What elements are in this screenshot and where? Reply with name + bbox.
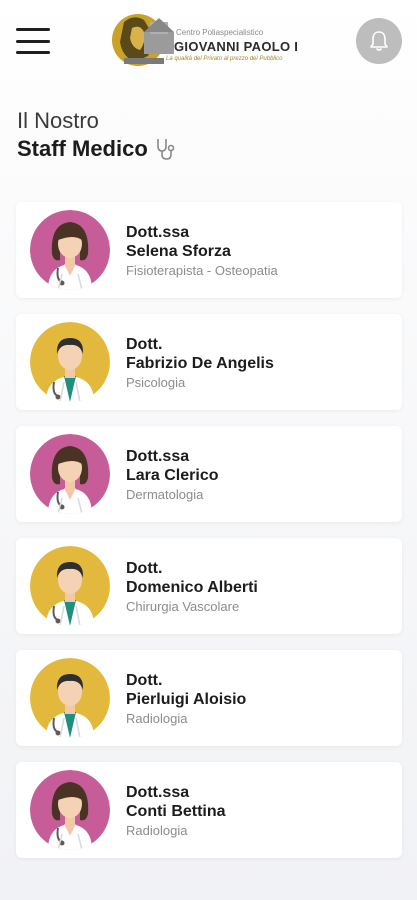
doctor-card[interactable]: Dott. Pierluigi Aloisio Radiologia bbox=[16, 650, 402, 746]
doctor-title: Dott. bbox=[126, 336, 163, 353]
avatar-female bbox=[30, 210, 110, 290]
doctor-name: Domenico Alberti bbox=[126, 579, 258, 596]
doctor-title: Dott.ssa bbox=[126, 784, 190, 801]
notifications-button[interactable] bbox=[356, 18, 402, 64]
avatar-male bbox=[30, 658, 110, 738]
doctor-specialty: Radiologia bbox=[126, 711, 188, 726]
doctor-male-illustration bbox=[30, 546, 110, 626]
doctor-specialty: Chirurgia Vascolare bbox=[126, 599, 240, 614]
avatar-male bbox=[30, 322, 110, 402]
doctor-name: Pierluigi Aloisio bbox=[126, 691, 247, 708]
doctor-name: Selena Sforza bbox=[126, 243, 231, 260]
app-header: Centro Poliaspecialistico GIOVANNI PAOLO… bbox=[0, 0, 417, 84]
doctor-specialty: Radiologia bbox=[126, 823, 188, 838]
doctor-card[interactable]: Dott.ssa Selena Sforza Fisioterapista - … bbox=[16, 202, 402, 298]
doctor-specialty: Dermatologia bbox=[126, 487, 204, 502]
doctor-name: Conti Bettina bbox=[126, 803, 226, 820]
clinic-logo: Centro Poliaspecialistico GIOVANNI PAOLO… bbox=[110, 12, 310, 70]
doctor-male-illustration bbox=[30, 658, 110, 738]
page-title-line2: Staff Medico bbox=[17, 136, 148, 161]
doctor-card[interactable]: Dott. Domenico Alberti Chirurgia Vascola… bbox=[16, 538, 402, 634]
page-title-line1: Il Nostro bbox=[17, 108, 99, 133]
clinic-logo-emblem bbox=[112, 14, 174, 66]
doctor-female-illustration bbox=[30, 434, 110, 514]
doctor-title: Dott.ssa bbox=[126, 448, 190, 465]
stethoscope-icon bbox=[156, 139, 175, 160]
doctor-female-illustration bbox=[30, 770, 110, 850]
hamburger-menu-icon[interactable] bbox=[16, 28, 50, 54]
doctor-specialty: Psicologia bbox=[126, 375, 186, 390]
logo-subtitle: Centro Poliaspecialistico bbox=[176, 28, 264, 37]
bell-icon bbox=[370, 31, 388, 51]
doctor-card[interactable]: Dott. Fabrizio De Angelis Psicologia bbox=[16, 314, 402, 410]
avatar-male bbox=[30, 546, 110, 626]
doctor-specialty: Fisioterapista - Osteopatia bbox=[126, 263, 278, 278]
avatar-female bbox=[30, 770, 110, 850]
doctor-card[interactable]: Dott.ssa Conti Bettina Radiologia bbox=[16, 762, 402, 858]
doctor-name: Lara Clerico bbox=[126, 467, 219, 484]
doctor-title: Dott. bbox=[126, 560, 163, 577]
doctor-female-illustration bbox=[30, 210, 110, 290]
doctor-title: Dott.ssa bbox=[126, 224, 190, 241]
doctor-card[interactable]: Dott.ssa Lara Clerico Dermatologia bbox=[16, 426, 402, 522]
doctor-title: Dott. bbox=[126, 672, 163, 689]
logo-title: GIOVANNI PAOLO I bbox=[174, 39, 299, 54]
page-title: Staff Medico bbox=[17, 136, 176, 162]
logo-tagline: La qualità del Privato al prezzo del Pub… bbox=[166, 56, 283, 62]
doctor-name: Fabrizio De Angelis bbox=[126, 355, 274, 372]
avatar-female bbox=[30, 434, 110, 514]
doctor-male-illustration bbox=[30, 322, 110, 402]
